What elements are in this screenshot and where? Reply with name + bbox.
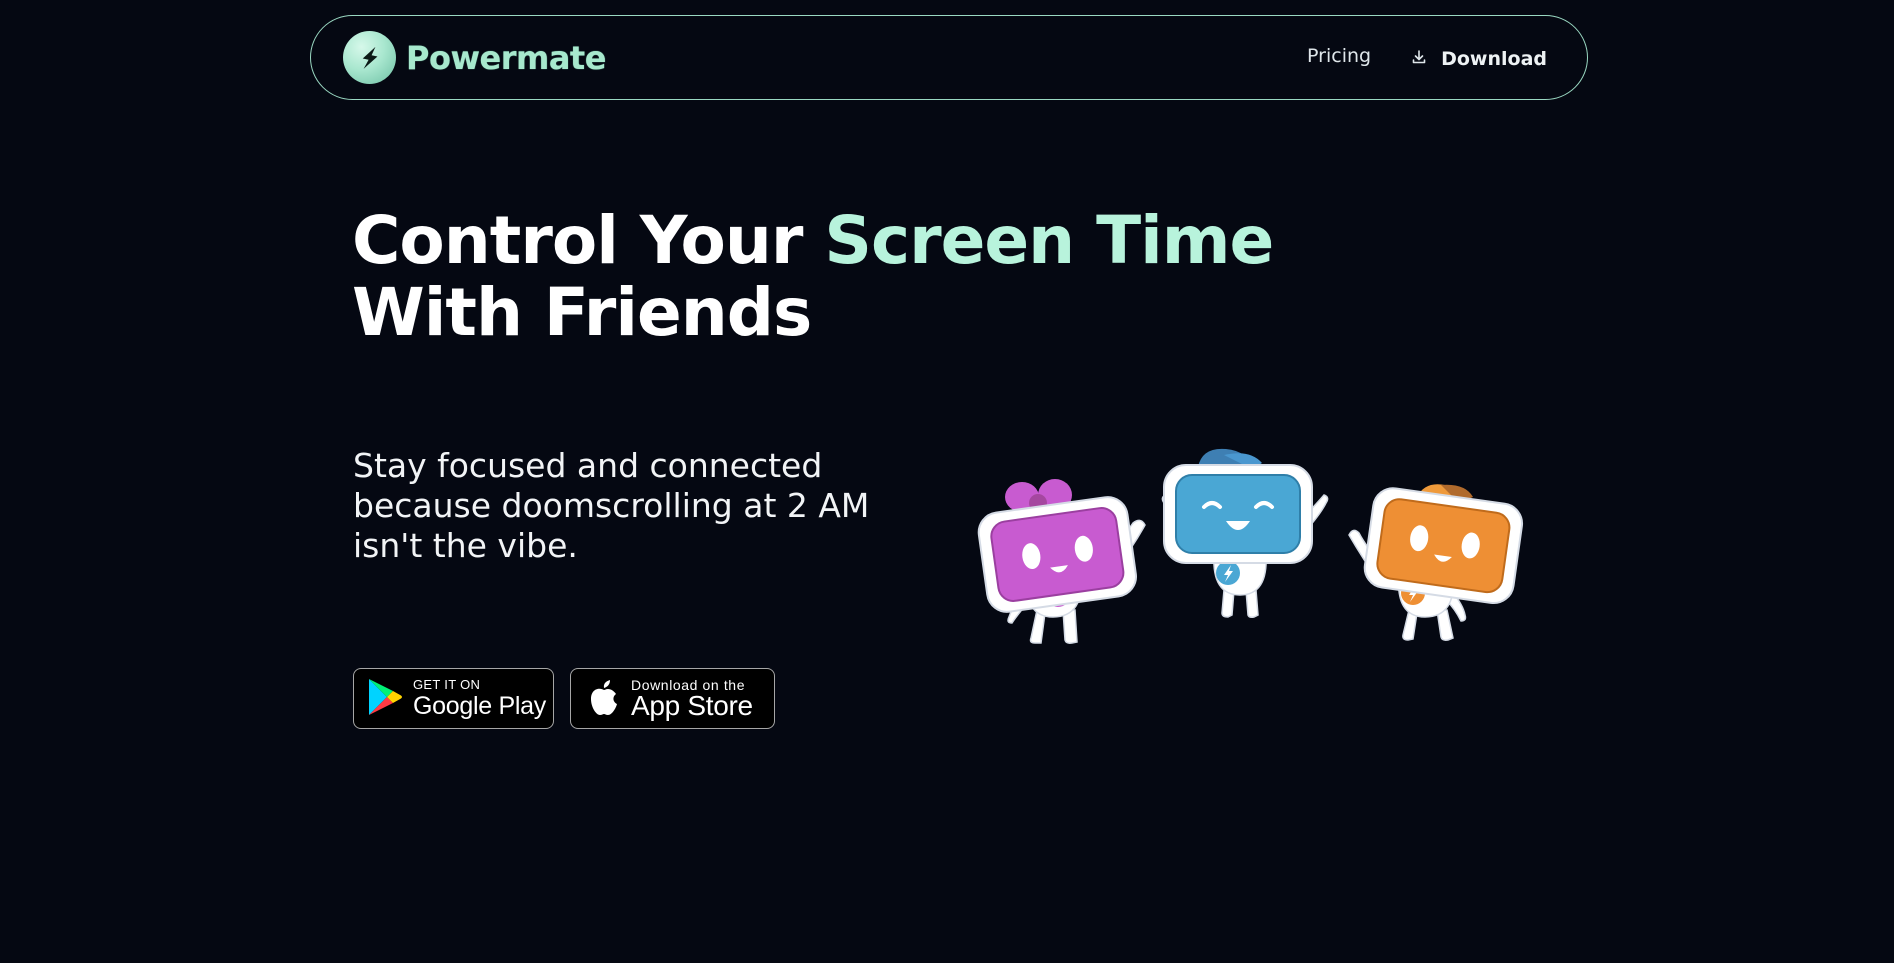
hero-title-part2: With Friends [352, 274, 812, 351]
apple-badge-big-text: App Store [631, 689, 753, 721]
brand-home-link[interactable]: Powermate [343, 31, 606, 84]
hero-title-accent: Screen Time [824, 202, 1274, 279]
google-play-badge[interactable]: GET IT ON Google Play [353, 668, 554, 729]
google-play-icon [367, 677, 403, 721]
lightning-logo-icon [343, 31, 396, 84]
landing-page: Powermate Pricing Download Control Your … [0, 0, 1894, 963]
nav-pricing-link[interactable]: Pricing [1307, 45, 1371, 67]
apple-icon [587, 677, 621, 721]
brand-name: Powermate [406, 38, 606, 77]
top-navbar: Powermate Pricing Download [310, 15, 1588, 100]
blue-robot-icon [1161, 448, 1329, 618]
three-robot-mascots-icon [975, 445, 1545, 695]
nav-download-label: Download [1441, 47, 1547, 70]
hero-title: Control Your Screen Time With Friends [352, 202, 1274, 351]
hero-title-part1: Control Your [352, 202, 825, 279]
google-badge-small-text: GET IT ON [413, 676, 481, 692]
orange-robot-icon [1348, 484, 1524, 641]
app-store-badge[interactable]: Download on the App Store [570, 668, 775, 729]
hero-subtitle: Stay focused and connected because dooms… [353, 446, 870, 565]
download-icon [1411, 48, 1427, 70]
nav-download-link[interactable]: Download [1411, 48, 1547, 70]
google-badge-big-text: Google Play [413, 691, 546, 720]
pink-robot-icon [977, 479, 1146, 644]
